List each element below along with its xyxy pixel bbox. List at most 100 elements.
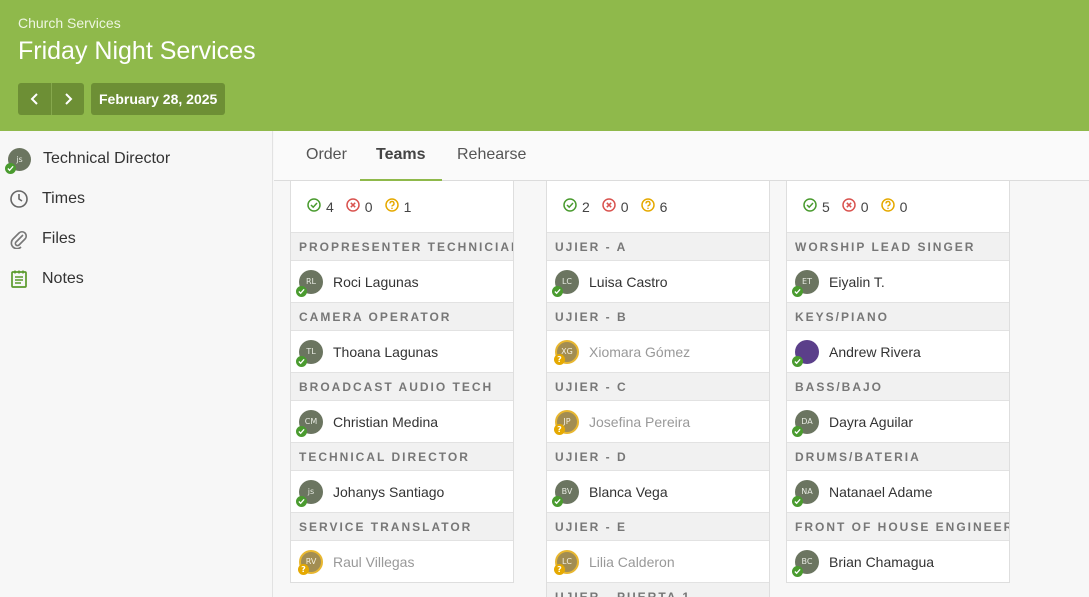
position-header: TECHNICAL DIRECTOR — [291, 442, 513, 471]
declined-count: 0 — [602, 198, 629, 215]
team-column: 2 0 6 UJIER - A LC Luisa Castro UJIER - B XG? Xi… — [546, 181, 770, 597]
sidebar-item-label: Notes — [42, 270, 84, 287]
member-name: Blanca Vega — [589, 483, 668, 500]
date-picker-button[interactable]: February 28, 2025 — [91, 83, 226, 115]
confirmed-check-icon — [792, 495, 803, 507]
position-header: DRUMS/BATERIA — [787, 442, 1009, 471]
team-member-row[interactable]: RL Roci Lagunas — [291, 261, 513, 302]
team-member-row[interactable]: XG? Xiomara Gómez — [547, 331, 769, 372]
declined-count-value: 0 — [860, 198, 869, 215]
avatar-initials: ET — [802, 277, 812, 286]
sidebar-item-times[interactable]: Times — [8, 186, 85, 212]
team-member-row[interactable]: CM Christian Medina — [291, 401, 513, 442]
team-member-row[interactable]: LC Luisa Castro — [547, 261, 769, 302]
team-column: 5 0 0 WORSHIP LEAD SINGER ET Eiyalin T. KEYS/P… — [786, 181, 1010, 583]
position-header: UJIER - E — [547, 512, 769, 541]
team-member-row[interactable]: TL Thoana Lagunas — [291, 331, 513, 372]
confirmed-check-icon — [296, 285, 307, 297]
avatar: ET — [792, 269, 819, 297]
tab-rehearse[interactable]: Rehearse — [457, 131, 526, 181]
pending-question-icon: ? — [554, 423, 565, 435]
position-header: BROADCAST AUDIO TECH — [291, 372, 513, 401]
confirmed-check-icon — [792, 425, 803, 437]
avatar — [792, 339, 819, 367]
avatar: JP? — [554, 409, 579, 435]
team-member-row[interactable]: RV? Raul Villegas — [291, 541, 513, 582]
avatar: RV? — [298, 549, 323, 575]
team-member-row[interactable]: BC Brian Chamagua — [787, 541, 1009, 582]
position-header: UJIER - PUERTA 1 — [547, 582, 769, 597]
sidebar-item-technical-director[interactable]: js Technical Director — [5, 146, 170, 174]
position-header: PROPRESENTER TECHNICIAN — [291, 232, 513, 261]
position-header: BASS/BAJO — [787, 372, 1009, 401]
member-name: Christian Medina — [333, 413, 439, 430]
question-circle-icon — [880, 198, 895, 215]
avatar-initials: LC — [561, 557, 573, 566]
avatar: LC — [552, 269, 579, 297]
sidebar-item-notes[interactable]: Notes — [8, 266, 84, 292]
member-name: Andrew Rivera — [829, 343, 921, 360]
question-circle-icon — [640, 198, 655, 215]
team-member-row[interactable]: BV Blanca Vega — [547, 471, 769, 512]
status-counts: 5 0 0 — [803, 198, 919, 215]
team-member-row[interactable]: NA Natanael Adame — [787, 471, 1009, 512]
team-member-row[interactable]: ET Eiyalin T. — [787, 261, 1009, 302]
pending-count: 1 — [384, 198, 412, 215]
tab-teams[interactable]: Teams — [360, 131, 442, 181]
team-member-row[interactable]: JP? Josefina Pereira — [547, 401, 769, 442]
previous-date-button[interactable] — [18, 83, 51, 115]
team-member-row[interactable]: Andrew Rivera — [787, 331, 1009, 372]
position-header: WORSHIP LEAD SINGER — [787, 232, 1009, 261]
pending-question-icon: ? — [298, 563, 309, 575]
sidebar-item-files[interactable]: Files — [8, 226, 76, 252]
team-member-row[interactable]: js Johanys Santiago — [291, 471, 513, 512]
position-header: CAMERA OPERATOR — [291, 302, 513, 331]
position-header: UJIER - C — [547, 372, 769, 401]
next-date-button[interactable] — [51, 83, 84, 115]
avatar: LC? — [554, 549, 579, 575]
confirmed-count: 5 — [803, 198, 830, 215]
avatar: DA — [792, 409, 819, 437]
avatar-initials: JP — [563, 417, 571, 426]
position-header: UJIER - A — [547, 232, 769, 261]
member-name: Josefina Pereira — [589, 413, 691, 430]
tab-order[interactable]: Order — [306, 131, 347, 181]
confirmed-count-value: 2 — [582, 198, 590, 215]
member-name: Dayra Aguilar — [829, 413, 914, 430]
paperclip-icon — [8, 228, 30, 250]
team-member-row[interactable]: LC? Lilia Calderon — [547, 541, 769, 582]
team-header: 2 0 6 — [547, 181, 769, 232]
avatar: BC — [792, 549, 819, 577]
question-circle-icon — [384, 198, 399, 215]
avatar: js — [296, 479, 323, 507]
tab-bar: Order Teams Rehearse — [274, 131, 1089, 181]
confirmed-count: 4 — [307, 198, 334, 215]
avatar: TL — [296, 339, 323, 367]
breadcrumb[interactable]: Church Services — [18, 15, 121, 31]
confirmed-count-value: 5 — [822, 198, 830, 215]
pending-count-value: 1 — [403, 198, 412, 215]
team-header: 5 0 0 — [787, 181, 1009, 232]
team-member-row[interactable]: DA Dayra Aguilar — [787, 401, 1009, 442]
confirmed-check-icon — [296, 495, 307, 507]
avatar-initials: NA — [801, 487, 813, 496]
declined-count: 0 — [346, 198, 373, 215]
x-circle-icon — [842, 198, 856, 215]
member-name: Johanys Santiago — [333, 483, 445, 500]
sidebar-item-label: Times — [42, 190, 85, 207]
avatar-initials: RL — [305, 277, 316, 286]
avatar: CM — [296, 409, 323, 437]
sidebar-item-label: Files — [42, 230, 76, 247]
confirmed-check-icon — [296, 355, 307, 367]
member-name: Eiyalin T. — [829, 273, 885, 290]
check-circle-icon — [307, 198, 321, 215]
member-name: Thoana Lagunas — [333, 343, 439, 360]
declined-count-value: 0 — [620, 198, 629, 215]
clock-icon — [8, 188, 30, 210]
chevron-left-icon — [30, 93, 38, 105]
member-name: Natanael Adame — [829, 483, 933, 500]
avatar: BV — [552, 479, 579, 507]
declined-count: 0 — [842, 198, 869, 215]
member-name: Raul Villegas — [333, 553, 415, 570]
confirmed-check-icon — [792, 565, 803, 577]
